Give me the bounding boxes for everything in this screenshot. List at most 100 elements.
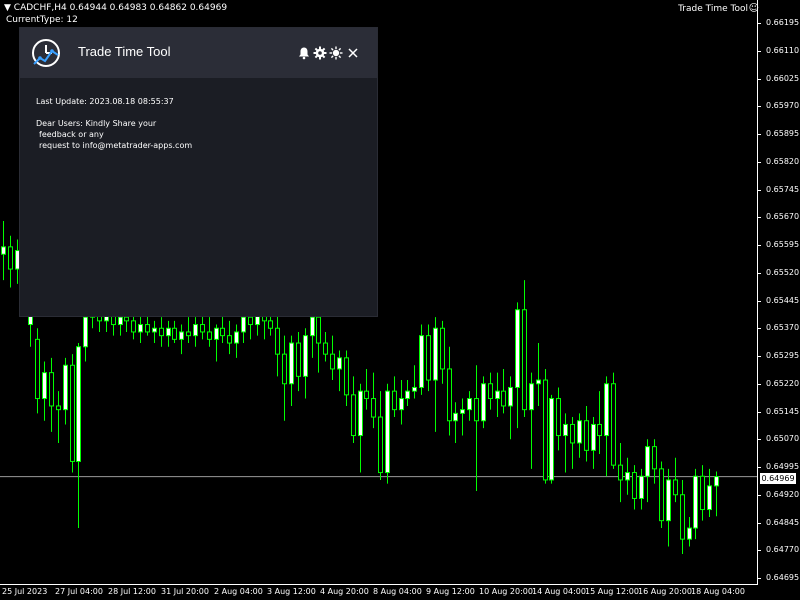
candle [625, 457, 630, 495]
candle [433, 317, 438, 432]
bell-icon[interactable] [297, 46, 311, 60]
price-axis-border [757, 0, 758, 584]
sun-icon[interactable] [329, 46, 343, 60]
candle [330, 335, 335, 381]
candle [453, 402, 458, 443]
candle [35, 328, 40, 414]
price-tick-label: 0.65745 [766, 184, 800, 194]
candle [611, 372, 616, 469]
candle [419, 324, 424, 395]
time-tick-label: 25 Jul 2023 [2, 587, 48, 596]
price-tick-label: 0.65295 [766, 351, 800, 360]
candle [584, 405, 589, 462]
candle [570, 417, 575, 469]
candle [673, 457, 678, 503]
candle [460, 398, 465, 436]
price-tick-label: 0.65520 [766, 267, 800, 277]
time-tick-label: 9 Aug 12:00 [426, 587, 475, 596]
candle [447, 346, 452, 436]
price-tick-mark [757, 411, 761, 413]
candle [42, 361, 47, 421]
price-tick-label: 0.65370 [766, 323, 800, 333]
candle [604, 376, 609, 477]
candle [159, 317, 164, 347]
candle [412, 365, 417, 399]
time-tick-label: 15 Aug 12:00 [585, 587, 639, 596]
gear-icon[interactable] [313, 46, 327, 60]
candle [556, 387, 561, 451]
price-tick-mark [757, 50, 761, 52]
candle [351, 376, 356, 443]
time-axis-border [0, 584, 758, 585]
candle [700, 465, 705, 521]
price-tick-mark [757, 383, 761, 385]
price-tick-mark [757, 106, 761, 108]
price-tick-mark [757, 328, 761, 330]
price-tick-mark [757, 161, 761, 163]
candle [344, 350, 349, 406]
close-icon[interactable] [346, 46, 360, 60]
time-tick-label: 31 Jul 20:00 [161, 587, 209, 596]
candle [488, 372, 493, 410]
candle [186, 317, 191, 344]
price-tick-label: 0.64845 [766, 517, 800, 527]
price-tick-label: 0.66195 [766, 18, 800, 27]
price-tick-mark [757, 300, 761, 302]
price-tick-mark [757, 578, 761, 579]
candle [632, 465, 637, 510]
candle [515, 302, 520, 429]
candle [358, 383, 363, 473]
message-line: Dear Users: Kindly Share your [36, 119, 157, 128]
candle [378, 391, 383, 480]
last-update-text: Last Update: 2023.08.18 08:55:37 [36, 97, 174, 106]
price-tick-mark [757, 78, 761, 80]
candle [49, 357, 54, 432]
candle [83, 309, 88, 362]
candle [536, 343, 541, 406]
tool-label: Trade Time Tool [678, 4, 748, 14]
candle [501, 368, 506, 414]
candle [440, 320, 445, 384]
time-tick-label: 28 Jul 12:00 [108, 587, 156, 596]
symbol-info: ▼ CADCHF,H4 0.64944 0.64983 0.64862 0.64… [4, 3, 228, 13]
candle [220, 313, 225, 344]
candle [385, 383, 390, 484]
price-tick-label: 0.65670 [766, 212, 800, 222]
candle [275, 306, 280, 377]
candle [282, 335, 287, 421]
time-tick-label: 27 Jul 04:00 [55, 587, 103, 596]
price-tick-mark [757, 189, 761, 191]
price-tick-label: 0.65070 [766, 434, 800, 444]
price-tick-label: 0.65820 [766, 156, 800, 166]
trade-time-tool-panel[interactable]: Trade Time Tool Last Update: 2023.08.18 … [20, 28, 377, 316]
panel-body: Last Update: 2023.08.18 08:55:37 Dear Us… [36, 96, 192, 151]
price-tick-label: 0.66025 [766, 73, 800, 83]
candle [687, 516, 692, 547]
candle [467, 391, 472, 421]
candle [193, 317, 198, 347]
price-tick-label: 0.66110 [766, 45, 800, 55]
candle [207, 317, 212, 347]
candle [577, 413, 582, 458]
candle [152, 320, 157, 344]
price-tick-label: 0.65595 [766, 240, 800, 249]
candle [618, 442, 623, 503]
clock-chart-logo-icon [32, 39, 60, 67]
message-line: feedback or any [39, 130, 104, 139]
candle [522, 280, 527, 418]
panel-title: Trade Time Tool [78, 44, 171, 59]
price-tick-label: 0.64920 [766, 489, 800, 499]
price-tick-label: 0.65445 [766, 295, 800, 305]
price-tick-mark [757, 550, 761, 552]
price-tick-mark [757, 272, 761, 274]
smiley-icon: ☺ [748, 3, 759, 14]
time-tick-label: 14 Aug 04:00 [532, 587, 586, 596]
candle [714, 471, 719, 517]
candle [659, 461, 664, 529]
price-tick-label: 0.65970 [766, 101, 800, 111]
candle [645, 439, 650, 503]
candle [666, 468, 671, 547]
panel-header[interactable]: Trade Time Tool [20, 28, 377, 78]
candle [529, 372, 534, 469]
candle [707, 468, 712, 517]
